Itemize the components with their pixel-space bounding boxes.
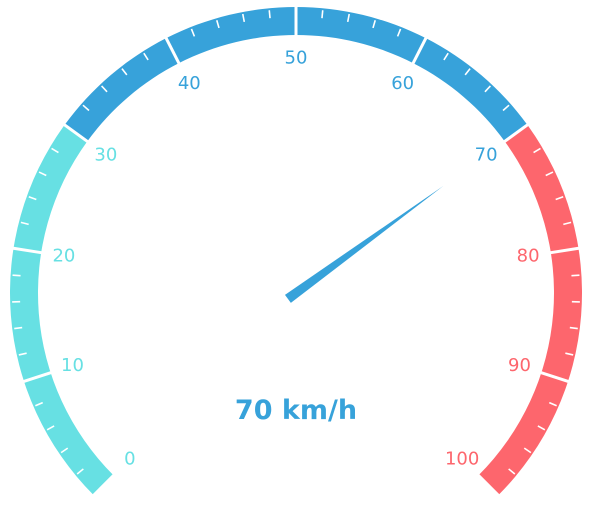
gauge-tick-label: 40 (178, 73, 201, 94)
gauge-value-readout: 70 km/h (235, 395, 357, 426)
gauge-pointer (284, 186, 444, 303)
gauge-tick-label: 100 (445, 449, 479, 470)
gauge-tick-label: 20 (52, 246, 75, 267)
gauge-tick-label: 50 (285, 48, 308, 69)
gauge-tick-label: 30 (94, 144, 117, 165)
gauge-tick-label: 70 (475, 144, 498, 165)
gauge-minor-tick (12, 274, 21, 277)
gauge-minor-tick (14, 326, 23, 330)
gauge-tick-label: 0 (124, 449, 135, 470)
gauge-minor-tick (571, 274, 580, 277)
gauge-minor-tick (321, 10, 324, 19)
gauge-band-0 (9, 124, 114, 496)
gauge-tick-label: 10 (61, 355, 84, 376)
gauge-tick-label: 90 (508, 355, 531, 376)
gauge-minor-tick (268, 10, 271, 19)
gauge-band-2 (478, 124, 583, 496)
speed-gauge: 0 10 20 30 40 50 60 70 80 90 100 70 km/h (9, 6, 583, 498)
gauge-tick-label: 80 (517, 246, 540, 267)
gauge-minor-tick (569, 326, 578, 330)
gauge-tick-label: 60 (391, 73, 414, 94)
